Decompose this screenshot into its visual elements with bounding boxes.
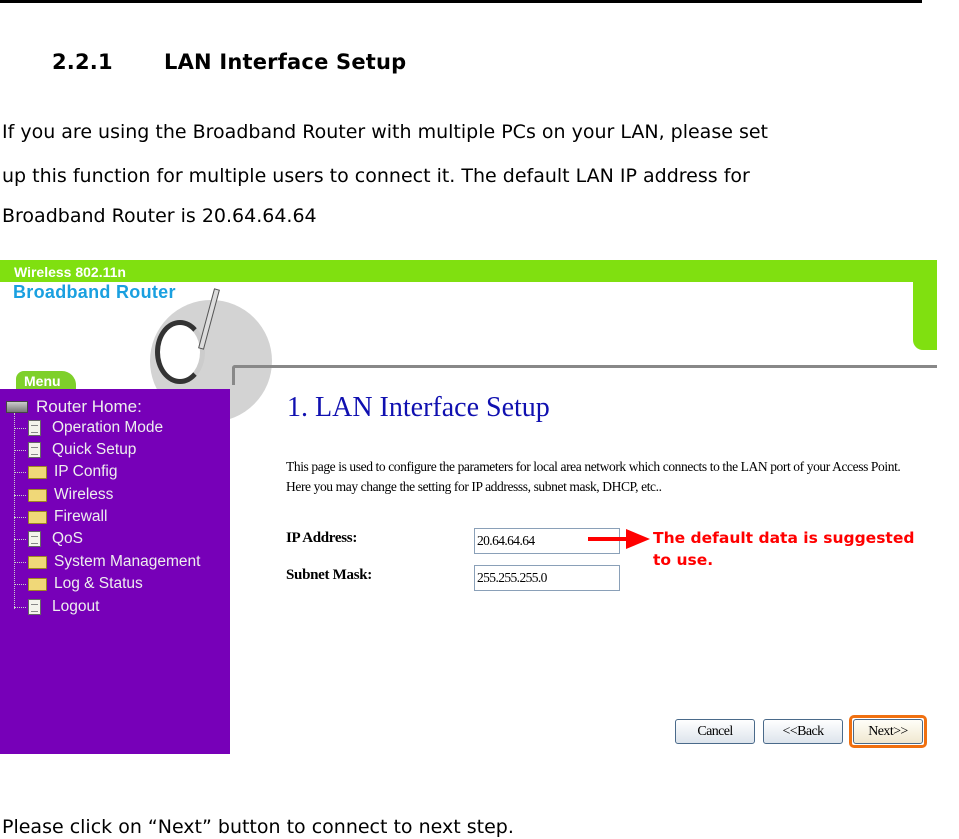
annotation-callout: The default data is suggested to use. — [653, 527, 914, 571]
sidebar-item-label: Operation Mode — [52, 419, 164, 436]
top-rule — [0, 0, 922, 3]
section-heading: 2.2.1 LAN Interface Setup — [52, 50, 406, 74]
page-icon — [28, 420, 41, 436]
sidebar-item-label: Quick Setup — [52, 441, 137, 458]
page-icon — [28, 599, 41, 615]
sidebar-root-label: Router Home: — [36, 397, 142, 416]
folder-icon — [28, 577, 47, 591]
annotation-line-2: to use. — [653, 551, 714, 569]
arrow-right-icon — [588, 529, 650, 549]
sidebar-item-label: System Management — [54, 553, 201, 570]
annotation-line-1: The default data is suggested — [653, 529, 915, 547]
sidebar-item-wireless[interactable]: Wireless — [14, 484, 113, 506]
section-title: LAN Interface Setup — [164, 50, 407, 74]
page-icon — [28, 531, 41, 547]
sidebar-item-log-status[interactable]: Log & Status — [14, 573, 143, 595]
content-frame-corner — [232, 365, 235, 385]
sidebar-item-label: Wireless — [54, 486, 114, 503]
folder-icon — [28, 555, 47, 569]
page-icon — [28, 442, 41, 458]
router-logo-icon — [155, 320, 205, 384]
folder-icon — [28, 465, 47, 479]
footer-note: Please click on “Next” button to connect… — [2, 816, 514, 838]
sidebar-item-label: Logout — [52, 598, 100, 615]
sidebar-root[interactable]: Router Home: — [6, 397, 142, 417]
intro-line-2: up this function for multiple users to c… — [2, 165, 750, 187]
brand-subtitle: Wireless 802.11n — [14, 264, 126, 280]
header-corner — [913, 260, 937, 350]
menu-tab[interactable]: Menu — [16, 371, 76, 389]
content-frame-top — [232, 365, 937, 368]
header-bar — [0, 260, 937, 282]
sidebar-item-label: Log & Status — [54, 575, 143, 592]
sidebar-item-label: QoS — [52, 530, 84, 547]
ip-address-label: IP Address: — [286, 530, 358, 546]
sidebar-item-firewall[interactable]: Firewall — [14, 506, 107, 528]
sidebar-item-logout[interactable]: Logout — [14, 596, 99, 618]
sidebar-item-system-management[interactable]: System Management — [14, 551, 200, 573]
subnet-mask-input[interactable] — [474, 565, 620, 591]
cancel-button[interactable]: Cancel — [675, 719, 755, 744]
intro-line-3: Broadband Router is 20.64.64.64 — [2, 205, 317, 227]
brand-title: Broadband Router — [13, 282, 176, 302]
page-title: 1. LAN Interface Setup — [287, 392, 550, 423]
next-button[interactable]: Next>> — [853, 719, 923, 744]
sidebar-item-qos[interactable]: QoS — [14, 528, 83, 550]
sidebar-item-quick-setup[interactable]: Quick Setup — [14, 439, 136, 461]
sidebar-item-ip-config[interactable]: IP Config — [14, 461, 117, 483]
intro-line-1: If you are using the Broadband Router wi… — [2, 121, 768, 143]
sidebar-item-operation-mode[interactable]: Operation Mode — [14, 417, 163, 439]
sidebar: Router Home: Operation Mode Quick Setup … — [0, 389, 230, 754]
back-button[interactable]: <<Back — [763, 719, 843, 744]
subnet-mask-label: Subnet Mask: — [286, 567, 373, 583]
section-number: 2.2.1 — [52, 50, 113, 74]
page-description: This page is used to configure the param… — [286, 459, 901, 494]
folder-icon — [28, 510, 47, 524]
sidebar-item-label: Firewall — [54, 508, 108, 525]
folder-icon — [28, 488, 47, 502]
sidebar-item-label: IP Config — [54, 463, 118, 480]
router-screenshot: Wireless 802.11n Broadband Router Menu R… — [0, 260, 937, 754]
router-icon — [6, 401, 28, 413]
